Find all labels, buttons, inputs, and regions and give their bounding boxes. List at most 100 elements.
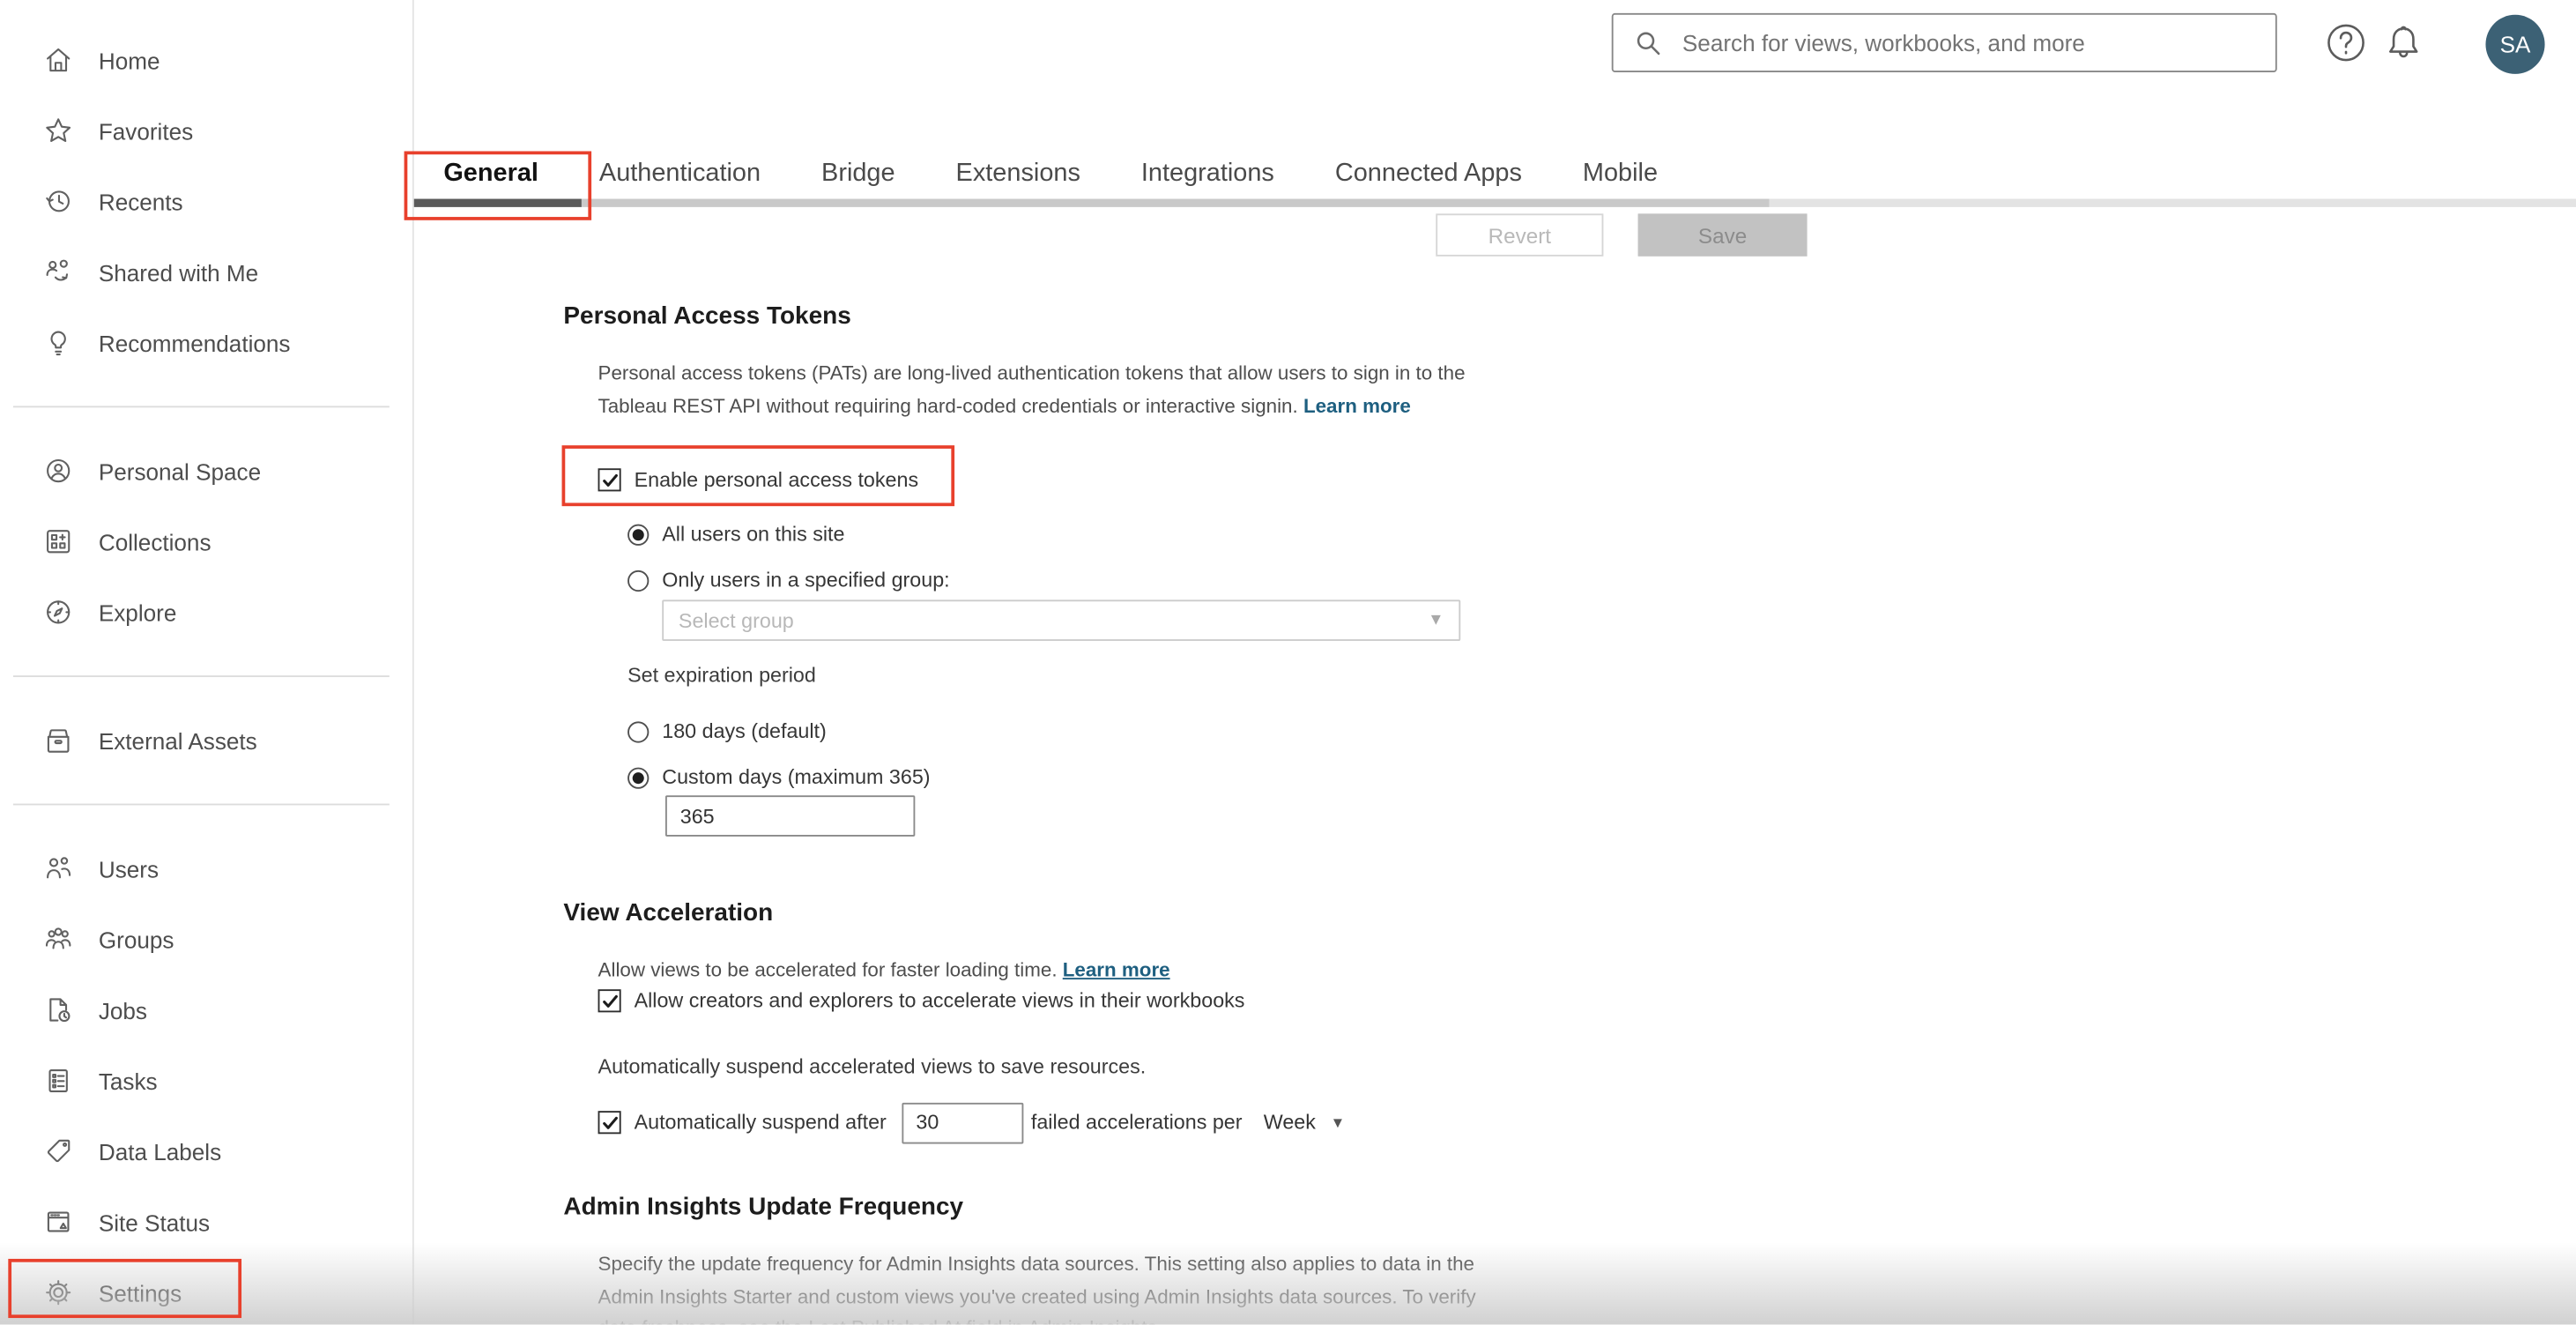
- sidebar-item-recents[interactable]: Recents: [0, 166, 412, 236]
- sidebar-item-collections[interactable]: Collections: [0, 506, 412, 577]
- sidebar-item-label: External Assets: [98, 726, 257, 754]
- compass-icon: [42, 597, 73, 628]
- groups-icon: [42, 924, 73, 955]
- revert-button[interactable]: Revert: [1436, 213, 1604, 257]
- sidebar-item-site-status[interactable]: Site Status: [0, 1187, 412, 1257]
- sidebar-item-groups[interactable]: Groups: [0, 904, 412, 974]
- sidebar-item-users[interactable]: Users: [0, 833, 412, 904]
- view-acceleration-description: Allow views to be accelerated for faster…: [598, 957, 1170, 981]
- expiration-custom-row: Custom days (maximum 365): [627, 765, 931, 789]
- pat-description: Personal access tokens (PATs) are long-l…: [598, 361, 1466, 417]
- help-icon[interactable]: [2323, 19, 2369, 65]
- sidebar-item-label: Tasks: [98, 1067, 158, 1094]
- tasks-clipboard-icon: [42, 1065, 73, 1096]
- enable-pat-row: Enable personal access tokens: [598, 468, 918, 492]
- view-acceleration-section-title: View Acceleration: [563, 899, 774, 928]
- tab-bridge[interactable]: Bridge: [821, 160, 895, 190]
- admin-insights-section-title: Admin Insights Update Frequency: [563, 1194, 964, 1222]
- suspend-period-value: Week: [1263, 1111, 1316, 1135]
- collections-grid-icon: [42, 526, 73, 557]
- sidebar-divider: [12, 675, 390, 678]
- auto-suspend-suffix-label: failed accelerations per: [1030, 1111, 1243, 1135]
- sidebar-item-label: Recommendations: [98, 329, 291, 356]
- sidebar-item-favorites[interactable]: Favorites: [0, 95, 412, 166]
- tab-connected-apps[interactable]: Connected Apps: [1335, 160, 1522, 190]
- expiration-title: Set expiration period: [627, 664, 816, 688]
- expiration-default-label: 180 days (default): [662, 719, 827, 743]
- sidebar-item-explore[interactable]: Explore: [0, 577, 412, 647]
- allow-acceleration-checkbox[interactable]: [598, 989, 621, 1013]
- sidebar-item-label: Site Status: [98, 1209, 211, 1235]
- tab-extensions[interactable]: Extensions: [956, 160, 1080, 190]
- pat-scope-all-label: All users on this site: [662, 522, 845, 546]
- expiration-custom-radio[interactable]: [627, 766, 650, 788]
- pat-scope-all-radio[interactable]: [627, 523, 650, 545]
- tab-integrations[interactable]: Integrations: [1141, 160, 1274, 190]
- sidebar-item-label: Explore: [98, 599, 177, 626]
- sidebar-divider: [12, 406, 390, 408]
- tab-underline: [413, 198, 2576, 207]
- checkmark-icon: [602, 1115, 617, 1128]
- search-input[interactable]: [1679, 27, 2258, 58]
- sidebar-item-home[interactable]: Home: [0, 25, 412, 95]
- allow-acceleration-row: Allow creators and explorers to accelera…: [598, 989, 1245, 1013]
- auto-suspend-checkbox[interactable]: [598, 1111, 621, 1135]
- tab-general[interactable]: General: [443, 160, 538, 190]
- sidebar-item-label: Personal Space: [98, 458, 262, 484]
- sidebar-item-personal-space[interactable]: Personal Space: [0, 435, 412, 506]
- suspend-period-dropdown[interactable]: Week ▼: [1264, 1111, 1346, 1134]
- pat-learn-more-link[interactable]: Learn more: [1303, 393, 1411, 416]
- sidebar-item-label: Recents: [98, 188, 183, 215]
- sidebar-item-tasks[interactable]: Tasks: [0, 1046, 412, 1116]
- suspend-count-input[interactable]: [901, 1101, 1023, 1143]
- pat-scope-group-radio[interactable]: [627, 569, 650, 592]
- sidebar-item-shared-with-me[interactable]: Shared with Me: [0, 236, 412, 307]
- custom-days-input[interactable]: [664, 795, 916, 837]
- sidebar-item-settings[interactable]: Settings: [0, 1257, 412, 1325]
- allow-acceleration-label: Allow creators and explorers to accelera…: [634, 989, 1245, 1013]
- sidebar: Home Favorites Recents Shared with Me Re…: [0, 0, 414, 1325]
- sidebar-item-label: Shared with Me: [98, 258, 259, 286]
- expiration-default-row: 180 days (default): [627, 720, 827, 743]
- star-icon: [42, 115, 73, 145]
- avatar[interactable]: SA: [2485, 14, 2545, 74]
- jobs-document-clock-icon: [42, 994, 73, 1025]
- sidebar-item-external-assets[interactable]: External Assets: [0, 705, 412, 776]
- save-button[interactable]: Save: [1637, 213, 1808, 257]
- sidebar-divider: [12, 803, 390, 806]
- auto-suspend-prefix-label: Automatically suspend after: [634, 1111, 887, 1135]
- checkmark-icon: [602, 994, 617, 1007]
- lightbulb-icon: [42, 327, 73, 358]
- sidebar-item-label: Settings: [98, 1279, 182, 1306]
- group-select-dropdown[interactable]: Select group ▼: [662, 599, 1461, 642]
- expiration-default-radio[interactable]: [627, 720, 650, 742]
- expiration-custom-label: Custom days (maximum 365): [662, 765, 931, 789]
- search-icon: [1637, 32, 1660, 56]
- recents-clock-icon: [42, 186, 73, 217]
- checkmark-icon: [602, 473, 617, 486]
- sidebar-item-label: Data Labels: [98, 1137, 222, 1165]
- pat-scope-group-row: Only users in a specified group:: [627, 569, 950, 592]
- admin-insights-description: Specify the update frequency for Admin I…: [598, 1252, 1476, 1325]
- pat-section-title: Personal Access Tokens: [563, 302, 851, 331]
- view-acceleration-learn-more-link[interactable]: Learn more: [1063, 958, 1170, 981]
- sidebar-item-label: Home: [98, 47, 160, 73]
- sidebar-item-data-labels[interactable]: Data Labels: [0, 1116, 412, 1187]
- tab-authentication[interactable]: Authentication: [599, 160, 761, 190]
- sidebar-item-jobs[interactable]: Jobs: [0, 974, 412, 1045]
- site-status-window-icon: [42, 1206, 73, 1237]
- main-content: SA General Authentication Bridge Extensi…: [413, 0, 2576, 1325]
- pat-scope-all-row: All users on this site: [627, 523, 844, 546]
- notifications-bell-icon[interactable]: [2380, 19, 2426, 65]
- app-root: Home Favorites Recents Shared with Me Re…: [0, 0, 2576, 1325]
- shared-with-me-icon: [42, 257, 73, 287]
- tab-mobile[interactable]: Mobile: [1583, 160, 1658, 190]
- sidebar-item-recommendations[interactable]: Recommendations: [0, 308, 412, 378]
- sidebar-item-label: Favorites: [98, 117, 194, 145]
- active-tab-indicator: [413, 198, 582, 207]
- enable-pat-checkbox[interactable]: [598, 468, 621, 492]
- tag-icon: [42, 1135, 73, 1166]
- suspend-description: Automatically suspend accelerated views …: [598, 1054, 1147, 1078]
- search-box[interactable]: [1611, 12, 2277, 73]
- settings-tabs: General Authentication Bridge Extensions…: [443, 152, 1658, 197]
